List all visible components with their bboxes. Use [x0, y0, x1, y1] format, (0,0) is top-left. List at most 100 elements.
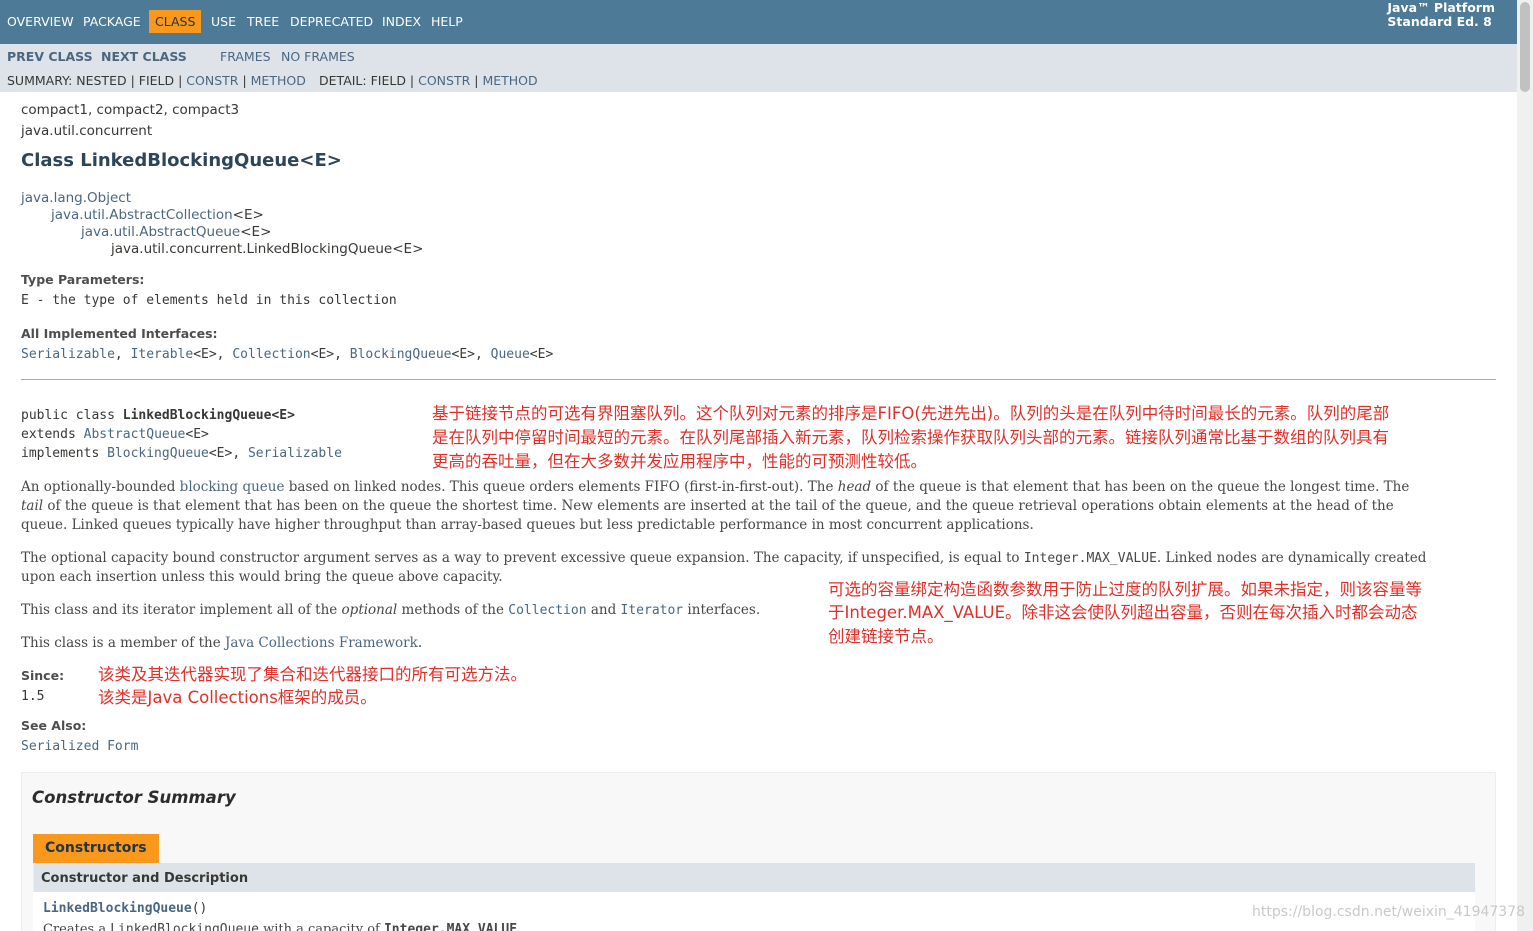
iterator-link[interactable]: Iterator [621, 603, 684, 618]
constructor-description: Creates a LinkedBlockingQueue with a cap… [43, 922, 521, 931]
no-frames-link[interactable]: NO FRAMES [281, 49, 355, 64]
signature-serializable-link[interactable]: Serializable [248, 446, 342, 461]
desc-text: based on linked nodes. This queue orders… [284, 479, 838, 495]
desc-text: . [517, 922, 522, 931]
nav-package[interactable]: PACKAGE [83, 14, 141, 29]
nav-tree[interactable]: TREE [247, 14, 279, 29]
serialized-form-link[interactable]: Serialized Form [21, 739, 138, 754]
interface-generic: <E>, [193, 347, 233, 362]
top-navbar: OVERVIEW PACKAGE CLASS USE TREE DEPRECAT… [0, 0, 1517, 44]
desc-text: of the queue is that element that has be… [871, 479, 1410, 495]
nav-deprecated[interactable]: DEPRECATED [290, 14, 373, 29]
desc-text: of the queue is that element that has be… [43, 498, 1394, 514]
next-class-link[interactable]: NEXT CLASS [101, 49, 187, 64]
summary-prefix: SUMMARY: NESTED | FIELD | [7, 73, 187, 88]
desc-code: Integer.MAX_VALUE [383, 922, 518, 931]
signature-blockingqueue-link[interactable]: BlockingQueue [107, 446, 209, 461]
interface-generic: <E>, [451, 347, 491, 362]
description-p1-line-3: queue. Linked queues typically have high… [21, 517, 1034, 533]
desc-text: . [417, 635, 423, 651]
desc-text: with a capacity of [258, 922, 384, 931]
scrollbar-thumb[interactable] [1520, 2, 1530, 92]
interface-blockingqueue-link[interactable]: BlockingQueue [350, 347, 452, 362]
signature-line-3: implements BlockingQueue<E>, Serializabl… [21, 446, 342, 461]
annotation-zh-2-line-3: 创建链接节点。 [828, 627, 944, 646]
desc-text: Creates a [43, 922, 111, 931]
annotation-zh-4: 该类是Java Collections框架的成员。 [98, 688, 377, 707]
signature-line-1: public class LinkedBlockingQueue<E> [21, 408, 295, 423]
interface-generic: <E>, [310, 347, 350, 362]
detail-prefix: DETAIL: FIELD | [319, 73, 419, 88]
desc-text: This class and its iterator implement al… [21, 602, 342, 618]
annotation-zh-2-line-1: 可选的容量绑定构造函数参数用于防止过度的队列扩展。如果未指定，则该容量等 [828, 580, 1422, 599]
vertical-scrollbar[interactable] [1517, 0, 1533, 931]
detail-links: DETAIL: FIELD | CONSTR | METHOD [319, 73, 538, 88]
constructor-params: () [191, 901, 208, 916]
interfaces-label: All Implemented Interfaces: [21, 326, 218, 341]
constructor-name-link[interactable]: LinkedBlockingQueue [43, 901, 192, 916]
detail-constr-link[interactable]: CONSTR [418, 73, 470, 88]
sub-navbar: PREV CLASS NEXT CLASS FRAMES NO FRAMES S… [0, 44, 1517, 92]
signature-extends: extends [21, 427, 84, 442]
interface-iterable-link[interactable]: Iterable [131, 347, 194, 362]
nav-overview[interactable]: OVERVIEW [7, 14, 74, 29]
prev-class-link[interactable]: PREV CLASS [7, 49, 93, 64]
desc-text: An optionally-bounded [21, 479, 180, 495]
nav-help[interactable]: HELP [431, 14, 463, 29]
signature-implements: implements [21, 446, 108, 461]
see-also-label: See Also: [21, 718, 87, 733]
inheritance-level-4: java.util.concurrent.LinkedBlockingQueue… [111, 241, 424, 257]
interface-collection-link[interactable]: Collection [232, 347, 310, 362]
desc-head-italic: head [837, 479, 872, 495]
inheritance-l2-generic: <E> [232, 207, 264, 223]
frames-link[interactable]: FRAMES [220, 49, 271, 64]
interface-generic: <E> [529, 347, 554, 362]
inheritance-level-2: java.util.AbstractCollection<E> [51, 207, 264, 223]
signature-generic: <E>, [208, 446, 248, 461]
profiles: compact1, compact2, compact3 [21, 102, 240, 118]
detail-separator: | [470, 73, 483, 88]
desc-text: The optional capacity bound constructor … [21, 550, 1024, 566]
type-params-value: E - the type of elements held in this co… [21, 293, 397, 308]
inheritance-l3-generic: <E> [240, 224, 272, 240]
desc-text: This class is a member of the [21, 635, 225, 651]
inheritance-abstractqueue-link[interactable]: java.util.AbstractQueue [81, 224, 240, 240]
desc-text: interfaces. [683, 602, 761, 618]
description-p4: This class is a member of the Java Colle… [21, 635, 422, 651]
blocking-queue-link[interactable]: blocking queue [180, 479, 285, 495]
constructor-summary-title: Constructor Summary [32, 788, 236, 807]
page-title: Class LinkedBlockingQueue<E> [21, 150, 342, 171]
annotation-zh-1-line-2: 是在队列中停留时间最短的元素。在队列尾部插入新元素，队列检索操作获取队列头部的元… [432, 428, 1389, 447]
nav-index[interactable]: INDEX [382, 14, 421, 29]
constructor-column-header: Constructor and Description [41, 871, 249, 886]
signature-generic: <E> [185, 427, 209, 442]
constructors-tab[interactable]: Constructors [33, 834, 159, 863]
inheritance-object-link[interactable]: java.lang.Object [21, 190, 131, 206]
annotation-zh-2-line-2: 于Integer.MAX_VALUE。除非这会使队列超出容量，否则在每次插入时都… [828, 603, 1418, 622]
desc-code: LinkedBlockingQueue [110, 922, 259, 931]
constructor-signature: LinkedBlockingQueue() [43, 901, 207, 916]
description-p1-line-1: An optionally-bounded blocking queue bas… [21, 479, 1409, 495]
inheritance-abstractcollection-link[interactable]: java.util.AbstractCollection [51, 207, 233, 223]
collections-framework-link[interactable]: Java Collections Framework [225, 635, 418, 651]
desc-optional-italic: optional [341, 602, 398, 618]
detail-method-link[interactable]: METHOD [482, 73, 537, 88]
platform-line-2: Standard Ed. 8 [1387, 14, 1492, 29]
annotation-zh-1-line-1: 基于链接节点的可选有界阻塞队列。这个队列对元素的排序是FIFO(先进先出)。队列… [432, 404, 1390, 423]
summary-constr-link[interactable]: CONSTR [186, 73, 238, 88]
type-params-label: Type Parameters: [21, 272, 145, 287]
since-value: 1.5 [21, 689, 45, 704]
collection-link[interactable]: Collection [508, 603, 586, 618]
desc-tail-italic: tail [21, 498, 44, 514]
summary-method-link[interactable]: METHOD [251, 73, 306, 88]
interface-serializable-link[interactable]: Serializable [21, 347, 115, 362]
inheritance-level-3: java.util.AbstractQueue<E> [81, 224, 271, 240]
nav-use[interactable]: USE [211, 14, 236, 29]
watermark: https://blog.csdn.net/weixin_41947378 [1252, 904, 1526, 920]
signature-abstractqueue-link[interactable]: AbstractQueue [84, 427, 186, 442]
desc-text: methods of the [397, 602, 509, 618]
constructor-table-header: Constructor and Description [33, 863, 1475, 892]
interface-queue-link[interactable]: Queue [491, 347, 530, 362]
signature-class-name: LinkedBlockingQueue<E> [122, 408, 295, 423]
nav-class-selected[interactable]: CLASS [149, 10, 202, 33]
